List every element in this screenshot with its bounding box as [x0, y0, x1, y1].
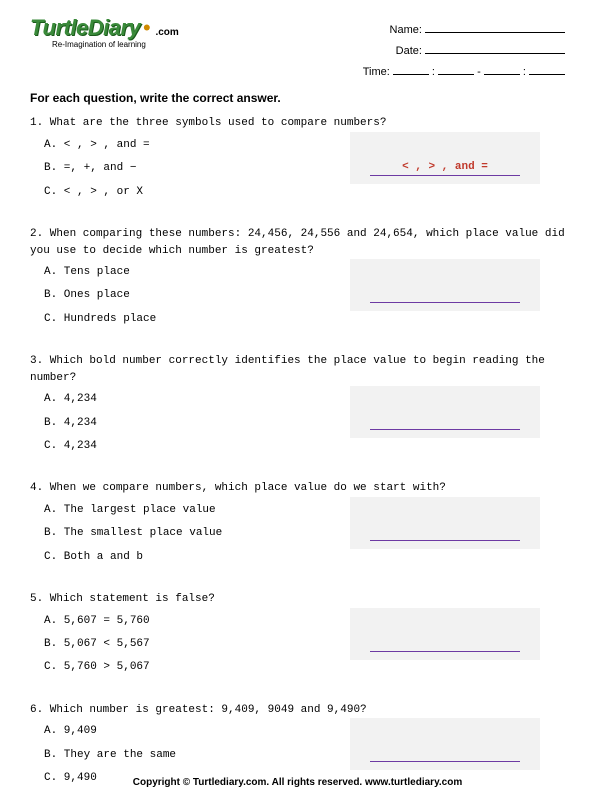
option: C. 4,234 — [44, 439, 340, 454]
options-list: A. Tens place B. Ones place C. Hundreds pl… — [30, 265, 340, 335]
question-text: 6. Which number is greatest: 9,409, 9049… — [30, 702, 565, 719]
option: C. 5,760 > 5,067 — [44, 660, 340, 675]
name-label: Name: — [390, 24, 422, 36]
student-fields: Name: Date: Time: : - : — [363, 15, 565, 83]
answer-line — [370, 300, 520, 303]
answer-box[interactable] — [350, 259, 540, 311]
question: 4. When we compare numbers, which place … — [30, 480, 565, 573]
logo-tagline: Re-Imagination of learning — [52, 40, 179, 49]
answer-line — [370, 538, 520, 541]
option: C. Both a and b — [44, 550, 340, 565]
answer-box[interactable] — [350, 386, 540, 438]
answer-text: < , > , and = — [402, 161, 488, 173]
question: 3. Which bold number correctly identifie… — [30, 353, 565, 462]
question: 2. When comparing these numbers: 24,456,… — [30, 226, 565, 335]
date-blank[interactable] — [425, 53, 565, 54]
logo: TurtleDiary•.com Re-Imagination of learn… — [30, 15, 179, 49]
footer-copyright: Copyright © Turtlediary.com. All rights … — [0, 777, 595, 788]
questions-container: 1. What are the three symbols used to co… — [30, 115, 565, 794]
options-list: A. The largest place value B. The smalles… — [30, 503, 340, 573]
option: A. 5,607 = 5,760 — [44, 614, 340, 629]
question-text: 3. Which bold number correctly identifie… — [30, 353, 565, 386]
answer-box[interactable] — [350, 608, 540, 660]
option: A. < , > , and = — [44, 138, 340, 153]
option: B. They are the same — [44, 748, 340, 763]
question-text: 1. What are the three symbols used to co… — [30, 115, 565, 132]
question-text: 4. When we compare numbers, which place … — [30, 480, 565, 497]
option: A. 4,234 — [44, 392, 340, 407]
question-text: 2. When comparing these numbers: 24,456,… — [30, 226, 565, 259]
logo-brand: TurtleDiary — [30, 15, 140, 41]
instruction-text: For each question, write the correct ans… — [30, 91, 565, 105]
option: A. The largest place value — [44, 503, 340, 518]
answer-line — [370, 427, 520, 430]
answer-box[interactable] — [350, 718, 540, 770]
option: B. 5,067 < 5,567 — [44, 637, 340, 652]
option: B. Ones place — [44, 288, 340, 303]
option: B. The smallest place value — [44, 526, 340, 541]
question: 1. What are the three symbols used to co… — [30, 115, 565, 208]
answer-box[interactable] — [350, 497, 540, 549]
logo-suffix: .com — [155, 27, 178, 38]
options-list: A. 4,234 B. 4,234 C. 4,234 — [30, 392, 340, 462]
option: A. Tens place — [44, 265, 340, 280]
time-label: Time: — [363, 66, 390, 78]
option: C. < , > , or X — [44, 185, 340, 200]
worksheet-header: TurtleDiary•.com Re-Imagination of learn… — [30, 15, 565, 83]
question: 5. Which statement is false? A. 5,607 = 5… — [30, 591, 565, 684]
time-blank[interactable] — [438, 74, 474, 75]
time-blank[interactable] — [393, 74, 429, 75]
option: C. Hundreds place — [44, 312, 340, 327]
options-list: A. < , > , and = B. =, +, and − C. < , > ,… — [30, 138, 340, 208]
answer-box[interactable]: < , > , and = — [350, 132, 540, 184]
name-blank[interactable] — [425, 32, 565, 33]
date-label: Date: — [396, 45, 422, 57]
answer-line — [370, 759, 520, 762]
option: B. =, +, and − — [44, 161, 340, 176]
answer-line — [370, 649, 520, 652]
time-blank[interactable] — [529, 74, 565, 75]
question-text: 5. Which statement is false? — [30, 591, 565, 608]
answer-line: < , > , and = — [370, 161, 520, 176]
time-blank[interactable] — [484, 74, 520, 75]
option: A. 9,409 — [44, 724, 340, 739]
options-list: A. 5,607 = 5,760 B. 5,067 < 5,567 C. 5,760… — [30, 614, 340, 684]
option: B. 4,234 — [44, 416, 340, 431]
